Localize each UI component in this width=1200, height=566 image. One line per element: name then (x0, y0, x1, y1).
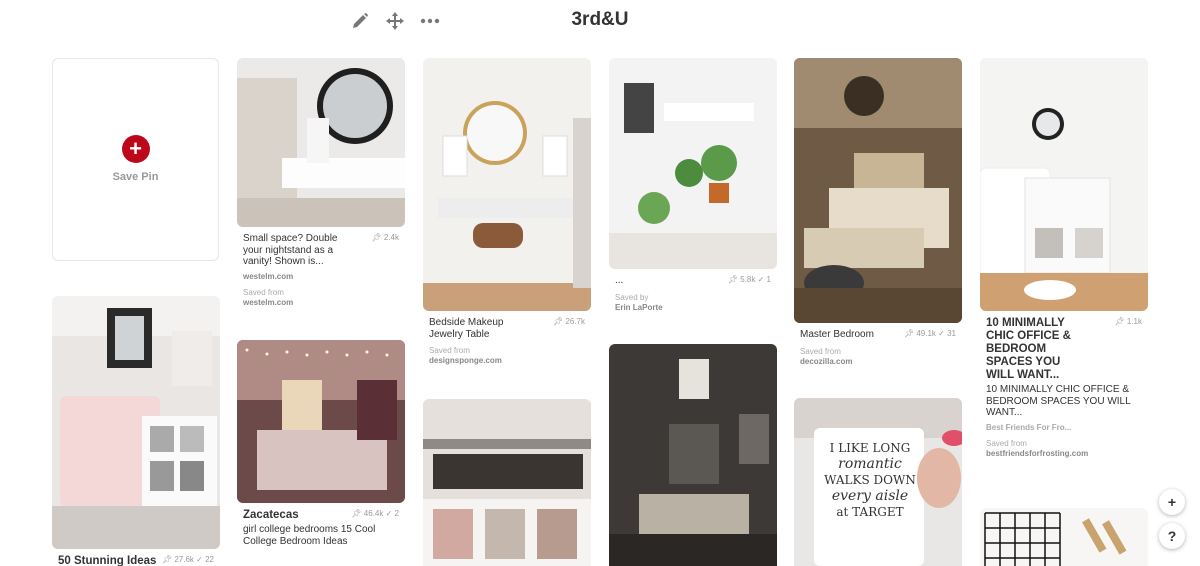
saved-by-label: Saved by (615, 292, 649, 302)
repin-count: 46.4k (363, 509, 384, 518)
saved-from-label: Saved from (429, 346, 470, 355)
pencil-icon[interactable] (348, 9, 372, 33)
repin-count: 5.8k (740, 275, 756, 284)
pin-title[interactable]: 10 MINIMALLY CHIC OFFICE & BEDROOM SPACE… (986, 317, 1142, 382)
pin-stats: 📌︎ 46.4k ✓ 2 (351, 509, 399, 518)
pin-icon: 📌︎ (727, 275, 739, 284)
pin-image[interactable] (980, 508, 1148, 566)
pin-description: 10 MINIMALLY CHIC OFFICE & BEDROOM SPACE… (986, 384, 1131, 418)
pin-icon: 📌︎ (903, 329, 915, 338)
add-button[interactable]: + (1159, 489, 1185, 515)
pin-stats: 📌︎ 27.6k ✓ 22 (162, 555, 214, 564)
pin-image[interactable] (52, 296, 220, 549)
mug-text-line: WALKS DOWN (824, 473, 916, 487)
mug-text-line: I LIKE LONG (829, 441, 911, 455)
saved-source[interactable]: westelm.com (243, 298, 399, 308)
pin-description: girl college bedrooms 15 Cool College Be… (243, 524, 376, 547)
mug-text-line: at TARGET (836, 505, 904, 519)
saved-source[interactable]: designsponge.com (429, 356, 585, 366)
pin-source[interactable]: Best Friends For Fro... (986, 423, 1142, 433)
pin-stats: 📌︎ 1.1k (1114, 317, 1142, 326)
pin-image[interactable] (237, 340, 405, 503)
repin-count: 49.1k (916, 329, 936, 338)
pin-card[interactable] (980, 508, 1148, 566)
check-icon: ✓ (757, 275, 765, 284)
mug-text: I LIKE LONG romantic WALKS DOWN every ai… (820, 440, 920, 520)
pin-card[interactable]: 10 MINIMALLY CHIC OFFICE & BEDROOM SPACE… (980, 58, 1148, 459)
add-pin-icon[interactable]: + (121, 135, 150, 163)
pin-card[interactable]: Zacatecas 📌︎ 46.4k ✓ 2 girl college bedr… (237, 340, 405, 547)
saved-source[interactable]: Erin LaPorte (615, 303, 771, 313)
pin-icon: 📌︎ (1114, 317, 1125, 326)
saved-from-label: Saved from (986, 438, 1027, 448)
check-count: 2 (394, 509, 399, 518)
check-count: 22 (205, 555, 214, 564)
pin-image[interactable] (423, 58, 591, 311)
pin-card[interactable]: Small space? Double your nightstand as a… (237, 58, 405, 308)
check-icon: ✓ (385, 509, 393, 518)
mug-text-line: romantic (838, 456, 902, 472)
pin-stats: 📌︎ 26.7k (553, 317, 585, 326)
repin-count: 27.6k (174, 555, 194, 564)
board-header: 3rd&U (0, 0, 1200, 44)
check-count: 1 (766, 275, 771, 284)
pin-image[interactable] (609, 344, 777, 566)
pin-image[interactable]: I LIKE LONG romantic WALKS DOWN every ai… (794, 398, 962, 566)
pin-card[interactable]: 50 Stunning Ideas 📌︎ 27.6k ✓ 22 (52, 296, 220, 566)
pin-card[interactable] (423, 399, 591, 566)
saved-source[interactable]: bestfriendsforfrosting.com (986, 449, 1142, 459)
pin-image[interactable] (237, 58, 405, 227)
save-pin-label: Save Pin (112, 171, 159, 183)
pin-image[interactable] (980, 58, 1148, 311)
board-title: 3rd&U (571, 9, 629, 30)
pin-icon: 📌︎ (371, 233, 382, 242)
saved-from-label: Saved from (800, 346, 841, 356)
pin-card[interactable]: I LIKE LONG romantic WALKS DOWN every ai… (794, 398, 962, 566)
pin-stats: 📌︎ 2.4k (371, 233, 399, 242)
check-icon: ✓ (938, 329, 945, 338)
repin-count: 1.1k (1126, 317, 1142, 326)
save-pin-card[interactable]: + Save Pin (52, 58, 219, 261)
pin-icon: 📌︎ (161, 555, 173, 564)
repin-count: 2.4k (383, 233, 399, 242)
pin-icon: 📌︎ (351, 509, 362, 518)
pin-image[interactable] (794, 58, 962, 323)
pin-card[interactable]: ... 📌︎ 5.8k ✓ 1 Saved by Erin LaPorte (609, 58, 777, 313)
repin-count: 26.7k (565, 317, 585, 326)
pin-card[interactable]: Bedside Makeup Jewelry Table 📌︎ 26.7k Sa… (423, 58, 591, 366)
mug-text-line: every aisle (831, 488, 909, 504)
pin-image[interactable] (423, 399, 591, 566)
pin-image[interactable] (609, 58, 777, 269)
pin-stats: 📌︎ 49.1k ✓ 31 (904, 329, 956, 338)
saved-from-label: Saved from (243, 287, 284, 297)
check-count: 31 (947, 329, 956, 338)
pin-source[interactable]: westelm.com (243, 272, 399, 282)
help-button[interactable]: ? (1159, 523, 1185, 549)
pin-stats: 📌︎ 5.8k ✓ 1 (728, 275, 771, 284)
saved-source[interactable]: decozilla.com (800, 357, 956, 367)
move-icon[interactable] (383, 9, 407, 33)
pin-card[interactable] (609, 344, 777, 566)
pin-icon: 📌︎ (553, 317, 564, 326)
more-icon[interactable] (418, 9, 442, 33)
pin-card[interactable]: Master Bedroom 📌︎ 49.1k ✓ 31 Saved from … (794, 58, 962, 367)
check-icon: ✓ (196, 555, 203, 564)
